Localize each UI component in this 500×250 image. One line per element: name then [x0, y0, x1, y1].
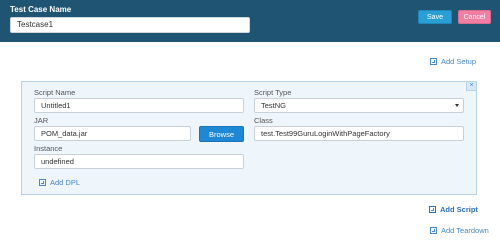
- add-dpl-link[interactable]: Add DPL: [39, 178, 80, 187]
- browse-button[interactable]: Browse: [199, 126, 244, 142]
- add-setup-link[interactable]: Add Setup: [430, 57, 476, 66]
- jar-input[interactable]: POM_data.jar: [34, 126, 191, 141]
- test-case-editor: Test Case Name Testcase1 Save Cancel Add…: [0, 0, 500, 250]
- chevron-down-icon: [455, 104, 459, 107]
- save-button[interactable]: Save: [418, 10, 452, 24]
- header-bar: Test Case Name Testcase1 Save Cancel: [0, 0, 500, 42]
- test-case-name-input[interactable]: Testcase1: [10, 17, 250, 33]
- class-input[interactable]: test.Test99GuruLoginWithPageFactory: [254, 126, 464, 141]
- close-icon[interactable]: ×: [466, 81, 477, 91]
- plus-square-icon: [430, 227, 437, 234]
- plus-square-icon: [429, 206, 436, 213]
- plus-square-icon: [430, 58, 437, 65]
- add-script-link[interactable]: Add Script: [429, 205, 478, 214]
- add-setup-label: Add Setup: [441, 57, 477, 66]
- add-teardown-link[interactable]: Add Teardown: [430, 226, 489, 235]
- add-teardown-label: Add Teardown: [441, 226, 489, 235]
- cancel-button[interactable]: Cancel: [458, 10, 491, 24]
- script-name-input[interactable]: Untitled1: [34, 98, 244, 113]
- class-label: Class: [254, 116, 273, 125]
- script-type-value: TestNG: [261, 101, 287, 110]
- script-type-select[interactable]: TestNG: [254, 98, 464, 113]
- instance-label: Instance: [34, 144, 63, 153]
- add-dpl-label: Add DPL: [50, 178, 81, 187]
- instance-input[interactable]: undefined: [34, 154, 244, 169]
- script-type-label: Script Type: [254, 88, 292, 97]
- jar-label: JAR: [34, 116, 49, 125]
- add-script-label: Add Script: [440, 205, 478, 214]
- test-case-name-label: Test Case Name: [10, 5, 72, 14]
- plus-square-icon: [39, 179, 46, 186]
- script-name-label: Script Name: [34, 88, 76, 97]
